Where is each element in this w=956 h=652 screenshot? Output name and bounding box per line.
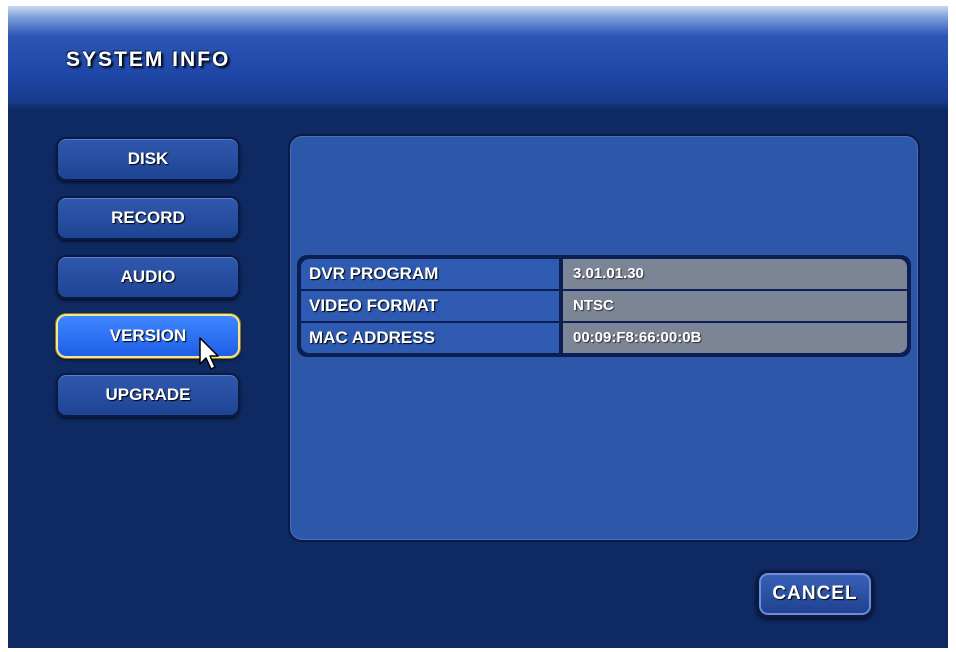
cancel-button[interactable]: CANCEL xyxy=(756,570,874,618)
system-info-window: SYSTEM INFO DISK RECORD AUDIO VERSION UP… xyxy=(8,6,948,648)
video-format-value: NTSC xyxy=(563,291,907,321)
mouse-pointer-icon xyxy=(199,337,219,370)
mac-address-label: MAC ADDRESS xyxy=(301,323,559,353)
dvr-program-label: DVR PROGRAM xyxy=(301,259,559,289)
video-format-label: VIDEO FORMAT xyxy=(301,291,559,321)
page-title: SYSTEM INFO xyxy=(66,48,231,71)
table-row: DVR PROGRAM 3.01.01.30 xyxy=(297,259,911,289)
header-bar: SYSTEM INFO xyxy=(8,6,948,110)
dvr-program-value: 3.01.01.30 xyxy=(563,259,907,289)
record-button[interactable]: RECORD xyxy=(56,196,240,240)
table-row: MAC ADDRESS 00:09:F8:66:00:0B xyxy=(297,323,911,353)
audio-button[interactable]: AUDIO xyxy=(56,255,240,299)
version-info-table: DVR PROGRAM 3.01.01.30 VIDEO FORMAT NTSC… xyxy=(297,255,911,357)
disk-button[interactable]: DISK xyxy=(56,137,240,181)
table-row: VIDEO FORMAT NTSC xyxy=(297,291,911,321)
upgrade-button[interactable]: UPGRADE xyxy=(56,373,240,417)
mac-address-value: 00:09:F8:66:00:0B xyxy=(563,323,907,353)
